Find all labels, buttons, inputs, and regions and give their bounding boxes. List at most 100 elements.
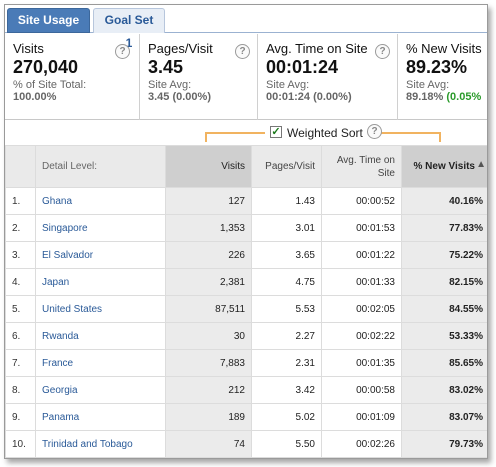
row-visits: 2,381	[165, 268, 252, 296]
row-country[interactable]: Japan	[35, 268, 166, 296]
metric-visits: Visits 270,040 % of Site Total: 100.00% …	[5, 34, 140, 120]
row-visits: 226	[165, 241, 252, 269]
row-country[interactable]: Rwanda	[35, 322, 166, 350]
help-icon[interactable]: ?	[115, 44, 130, 59]
row-country[interactable]: Georgia	[35, 376, 166, 404]
row-avg-time: 00:01:33	[321, 268, 402, 296]
row-new-visits: 40.16%	[401, 187, 487, 215]
row-pages-visit: 3.42	[251, 376, 322, 404]
row-avg-time: 00:00:52	[321, 187, 402, 215]
table-row: 1. Ghana 127 1.43 00:00:52 40.16%	[5, 187, 487, 215]
row-country[interactable]: United States	[35, 295, 166, 323]
country-link[interactable]: Georgia	[42, 385, 78, 396]
header-detail-level[interactable]: Detail Level:	[35, 145, 166, 188]
row-pages-visit: 3.65	[251, 241, 322, 269]
row-country[interactable]: El Salvador	[35, 241, 166, 269]
row-country[interactable]: Singapore	[35, 214, 166, 242]
row-avg-time: 00:01:53	[321, 214, 402, 242]
sort-arrow-icon: ▲	[476, 159, 486, 170]
country-link[interactable]: Rwanda	[42, 331, 79, 342]
header-visits[interactable]: Visits	[165, 145, 252, 188]
row-new-visits: 75.22%	[401, 241, 487, 269]
row-index: 2.	[5, 214, 36, 242]
country-link[interactable]: Singapore	[42, 223, 88, 234]
row-index: 3.	[5, 241, 36, 269]
country-link[interactable]: El Salvador	[42, 250, 93, 261]
row-pages-visit: 5.50	[251, 430, 322, 458]
country-link[interactable]: France	[42, 358, 73, 369]
metric-sub-label: % of Site Total:	[13, 79, 87, 91]
row-pages-visit: 1.43	[251, 187, 322, 215]
tab-site-usage[interactable]: Site Usage	[7, 8, 90, 33]
table-row: 5. United States 87,511 5.53 00:02:05 84.55%	[5, 295, 487, 323]
row-index: 6.	[5, 322, 36, 350]
country-link[interactable]: Trinidad and Tobago	[42, 439, 133, 450]
row-index: 7.	[5, 349, 36, 377]
metric-value: 00:01:24	[266, 57, 339, 77]
row-avg-time: 00:02:22	[321, 322, 402, 350]
row-index: 4.	[5, 268, 36, 296]
help-icon[interactable]: ?	[235, 44, 250, 59]
table-row: 4. Japan 2,381 4.75 00:01:33 82.15%	[5, 268, 487, 296]
bracket-right	[381, 132, 441, 142]
metric-sub-value: 89.18% (0.05%	[406, 91, 487, 103]
row-pages-visit: 5.53	[251, 295, 322, 323]
metric-pages-visit: Pages/Visit 3.45 Site Avg: 3.45 (0.00%) …	[140, 34, 258, 120]
tab-goal-set-1[interactable]: Goal Set 1	[93, 8, 165, 50]
country-link[interactable]: Japan	[42, 277, 69, 288]
header-pages-visit[interactable]: Pages/Visit	[251, 145, 322, 188]
row-new-visits: 83.02%	[401, 376, 487, 404]
row-avg-time: 00:00:58	[321, 376, 402, 404]
row-new-visits: 85.65%	[401, 349, 487, 377]
row-new-visits: 83.07%	[401, 403, 487, 431]
row-avg-time: 00:02:05	[321, 295, 402, 323]
country-link[interactable]: Panama	[42, 412, 79, 423]
row-avg-time: 00:02:26	[321, 430, 402, 458]
table-row: 10. Trinidad and Tobago 74 5.50 00:02:26 79.7…	[5, 430, 487, 458]
row-visits: 212	[165, 376, 252, 404]
row-country[interactable]: France	[35, 349, 166, 377]
table-row: 6. Rwanda 30 2.27 00:02:22 53.33%	[5, 322, 487, 350]
row-country[interactable]: Panama	[35, 403, 166, 431]
country-link[interactable]: United States	[42, 304, 102, 315]
header-index	[5, 145, 36, 188]
weighted-sort-label: Weighted Sort	[287, 126, 363, 140]
row-avg-time: 00:01:09	[321, 403, 402, 431]
metric-avg-time: Avg. Time on Site 00:01:24 Site Avg: 00:…	[258, 34, 398, 120]
row-visits: 189	[165, 403, 252, 431]
report-panel: Site Usage Goal Set 1 Visits 270,040 % o…	[4, 4, 488, 459]
metric-sub-label: Site Avg:	[406, 79, 450, 91]
table-row: 7. France 7,883 2.31 00:01:35 85.65%	[5, 349, 487, 377]
country-link[interactable]: Ghana	[42, 196, 72, 207]
data-table: Detail Level: Visits Pages/Visit Avg. Ti…	[5, 145, 487, 458]
row-index: 9.	[5, 403, 36, 431]
header-avg-time[interactable]: Avg. Time on Site	[321, 145, 402, 188]
row-index: 10.	[5, 430, 36, 458]
metric-sub-label: Site Avg:	[148, 79, 192, 91]
metric-label: % New Visits	[406, 41, 482, 56]
row-new-visits: 77.83%	[401, 214, 487, 242]
metric-sub-value: 100.00%	[13, 91, 57, 103]
table-row: 9. Panama 189 5.02 00:01:09 83.07%	[5, 403, 487, 431]
row-index: 1.	[5, 187, 36, 215]
metric-value: 270,040	[13, 57, 79, 77]
table-row: 8. Georgia 212 3.42 00:00:58 83.02%	[5, 376, 487, 404]
help-icon[interactable]: ?	[367, 124, 382, 139]
row-country[interactable]: Trinidad and Tobago	[35, 430, 166, 458]
row-new-visits: 84.55%	[401, 295, 487, 323]
metric-sub-label: Site Avg:	[266, 79, 310, 91]
weighted-sort: ✓ Weighted Sort ?	[5, 121, 487, 145]
metric-sub-value: 00:01:24 (0.00%)	[266, 91, 352, 103]
row-new-visits: 53.33%	[401, 322, 487, 350]
weighted-sort-checkbox[interactable]: ✓	[270, 126, 282, 138]
metric-value: 89.23%	[406, 57, 468, 77]
row-pages-visit: 3.01	[251, 214, 322, 242]
header-new-visits[interactable]: % New Visits ▲	[401, 145, 487, 188]
metric-delta: (0.05%	[446, 91, 482, 103]
row-pages-visit: 4.75	[251, 268, 322, 296]
row-country[interactable]: Ghana	[35, 187, 166, 215]
row-avg-time: 00:01:22	[321, 241, 402, 269]
row-visits: 7,883	[165, 349, 252, 377]
help-icon[interactable]: ?	[375, 44, 390, 59]
header-new-visits-label: % New Visits	[413, 161, 475, 172]
